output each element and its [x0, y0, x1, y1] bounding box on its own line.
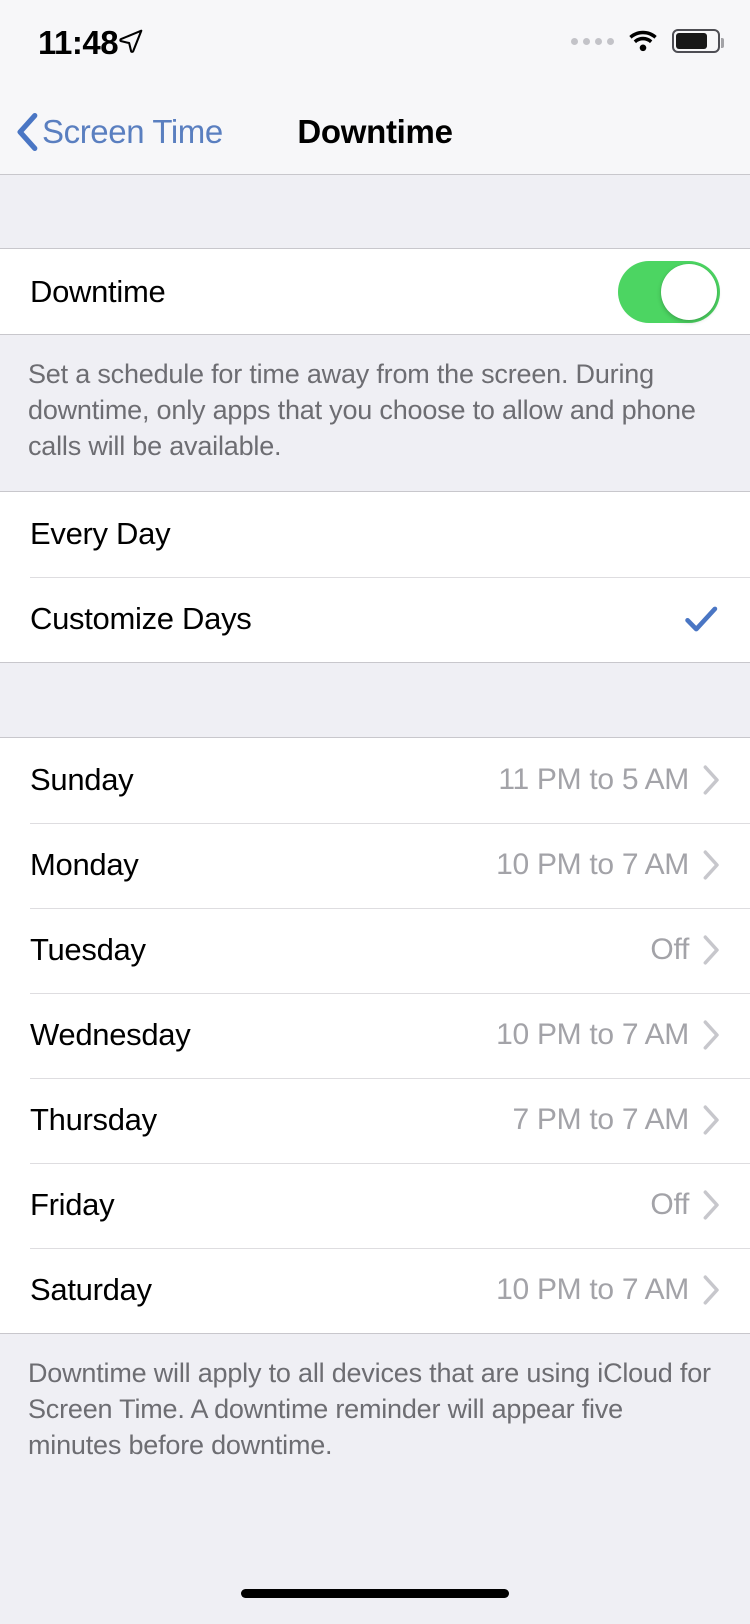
day-row-thursday[interactable]: Thursday 7 PM to 7 AM: [0, 1077, 750, 1163]
page-title: Downtime: [297, 112, 453, 150]
day-label: Sunday: [30, 762, 134, 798]
day-row-monday[interactable]: Monday 10 PM to 7 AM: [0, 822, 750, 908]
home-indicator[interactable]: [241, 1589, 509, 1598]
day-row-sunday[interactable]: Sunday 11 PM to 5 AM: [0, 737, 750, 823]
day-label: Thursday: [30, 1102, 157, 1138]
schedule-mode-group: Every Day Customize Days: [0, 490, 750, 663]
downtime-toggle-switch[interactable]: [618, 260, 720, 323]
day-row-saturday[interactable]: Saturday 10 PM to 7 AM: [0, 1247, 750, 1333]
chevron-right-icon: [703, 1105, 719, 1135]
downtime-toggle-row[interactable]: Downtime: [0, 249, 750, 334]
downtime-description-note: Set a schedule for time away from the sc…: [0, 335, 750, 491]
chevron-right-icon: [703, 1020, 719, 1050]
chevron-right-icon: [703, 850, 719, 880]
battery-icon: [672, 29, 724, 53]
day-row-friday[interactable]: Friday Off: [0, 1162, 750, 1248]
navigation-bar: Screen Time Downtime: [0, 88, 750, 175]
day-label: Saturday: [30, 1272, 152, 1308]
schedule-option-customize-days[interactable]: Customize Days: [0, 576, 750, 662]
toggle-knob: [661, 263, 717, 320]
day-schedule-value: 10 PM to 7 AM: [496, 848, 689, 882]
day-schedule-value: 10 PM to 7 AM: [496, 1273, 689, 1307]
day-label: Monday: [30, 847, 139, 883]
location-arrow-icon: [119, 29, 143, 53]
settings-list: Downtime Set a schedule for time away fr…: [0, 176, 750, 1490]
day-row-tuesday[interactable]: Tuesday Off: [0, 907, 750, 993]
day-schedule-value: 7 PM to 7 AM: [512, 1103, 690, 1137]
section-gap-top: [0, 176, 750, 248]
section-gap-middle: [0, 662, 750, 737]
days-group: Sunday 11 PM to 5 AM Monday 10 PM to 7 A…: [0, 736, 750, 1334]
day-label: Friday: [30, 1187, 115, 1223]
chevron-right-icon: [703, 1275, 719, 1305]
checkmark-icon: [685, 606, 718, 632]
status-bar: 11:48: [0, 0, 750, 88]
day-label: Wednesday: [30, 1017, 191, 1053]
day-schedule-value: Off: [650, 933, 689, 967]
day-schedule-value: 10 PM to 7 AM: [496, 1018, 689, 1052]
status-bar-time: 11:48: [38, 24, 119, 61]
downtime-label: Downtime: [30, 273, 166, 309]
footer-note: Downtime will apply to all devices that …: [0, 1333, 750, 1490]
cellular-dots-icon: [571, 37, 614, 45]
day-schedule-value: 11 PM to 5 AM: [498, 763, 689, 797]
wifi-icon: [629, 30, 657, 52]
day-label: Tuesday: [30, 932, 146, 968]
iphone-screen: 11:48 Screen Time Downtime Downtime Set …: [0, 0, 750, 1624]
day-row-wednesday[interactable]: Wednesday 10 PM to 7 AM: [0, 992, 750, 1078]
schedule-option-label: Every Day: [30, 516, 171, 552]
chevron-right-icon: [703, 935, 719, 965]
downtime-toggle-group: Downtime: [0, 248, 750, 335]
chevron-right-icon: [703, 1190, 719, 1220]
status-bar-indicators: [571, 26, 724, 56]
day-schedule-value: Off: [650, 1188, 689, 1222]
schedule-option-every-day[interactable]: Every Day: [0, 491, 750, 577]
schedule-option-label: Customize Days: [30, 601, 252, 637]
chevron-right-icon: [703, 765, 719, 795]
